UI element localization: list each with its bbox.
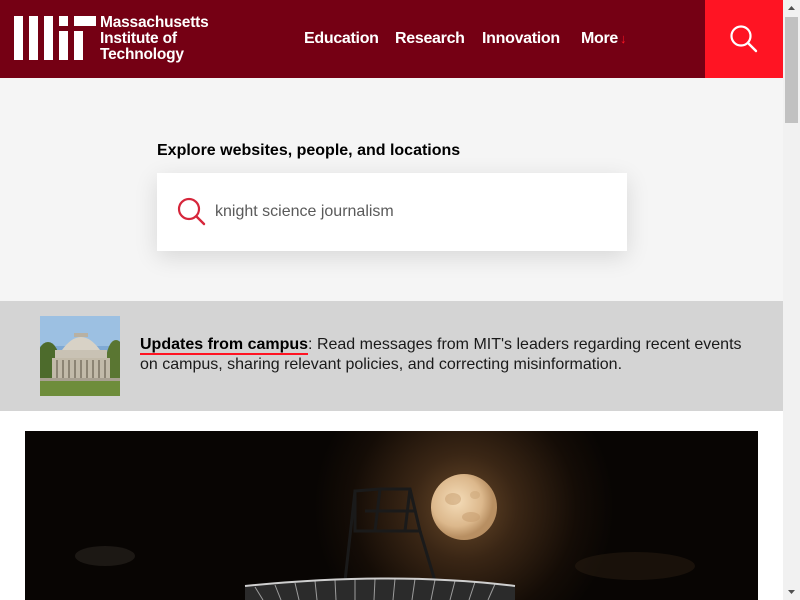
search-input[interactable] — [213, 195, 605, 229]
search-label: Explore websites, people, and locations — [157, 142, 461, 159]
updates-from-campus-link[interactable]: Updates from campus — [140, 336, 309, 355]
search-box[interactable] — [157, 173, 627, 251]
arrow-down-icon: ↓ — [620, 31, 627, 46]
logo-line-3: Technology — [100, 46, 184, 63]
nav-research[interactable]: Research — [395, 30, 465, 48]
updates-banner: Updates from campus: Read messages from … — [0, 301, 783, 411]
hero-image-moon-telescope[interactable] — [25, 431, 758, 600]
institute-name[interactable]: Massachusetts Institute of Technology — [100, 15, 209, 63]
search-icon — [730, 25, 758, 53]
scroll-down-icon[interactable] — [783, 583, 800, 600]
scroll-up-icon[interactable] — [783, 0, 800, 17]
logo-line-1: Massachusetts — [100, 14, 209, 31]
search-icon — [177, 197, 206, 226]
search-section: Explore websites, people, and locations — [0, 78, 783, 301]
nav-education[interactable]: Education — [304, 30, 379, 48]
mit-logo[interactable] — [14, 16, 96, 60]
scroll-thumb[interactable] — [785, 17, 798, 123]
nav-innovation[interactable]: Innovation — [482, 30, 560, 48]
page-scrollbar[interactable] — [783, 0, 800, 600]
header-search-button[interactable] — [705, 0, 783, 78]
nav-more-label: More — [581, 30, 619, 47]
nav-more[interactable]: More ↓ — [581, 30, 627, 48]
logo-line-2: Institute of — [100, 30, 177, 47]
site-header: Massachusetts Institute of Technology Ed… — [0, 0, 783, 78]
campus-dome-image — [40, 316, 120, 396]
updates-text: Updates from campus: Read messages from … — [140, 335, 760, 375]
